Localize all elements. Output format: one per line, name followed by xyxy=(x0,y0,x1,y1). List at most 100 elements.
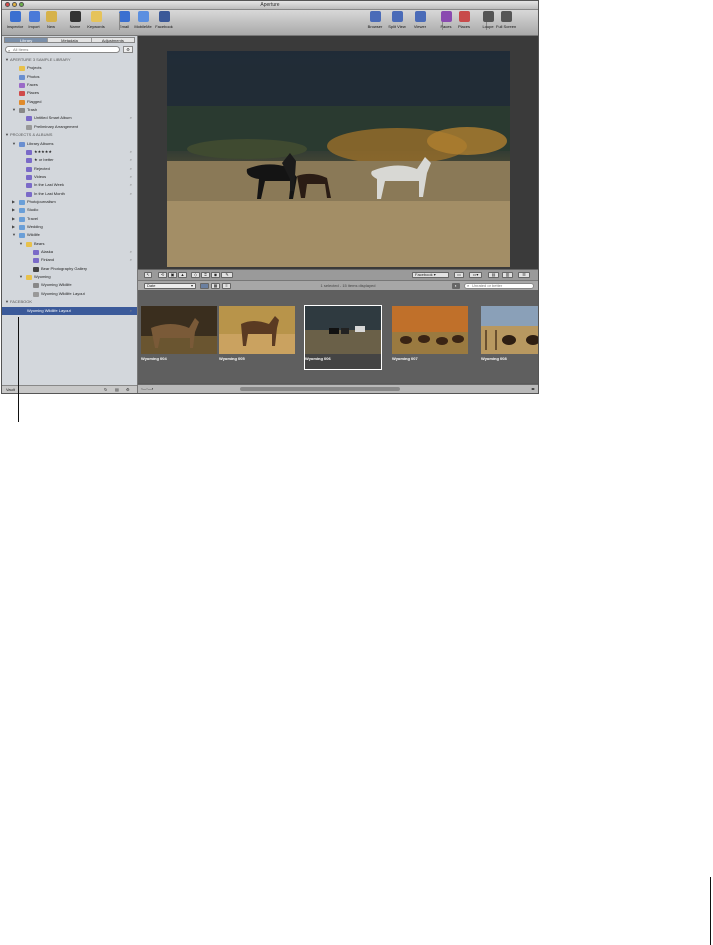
tab-adjustments[interactable]: Adjustments xyxy=(92,38,134,43)
keywords-toolbar-button[interactable]: Keywords xyxy=(86,11,106,29)
thumbnail-size-slider[interactable]: ▫—◦—▪ xyxy=(141,386,153,391)
filmstrip-thumbnail[interactable]: Wyoming 006 xyxy=(304,305,382,370)
sidebar-item[interactable]: Flagged xyxy=(2,98,137,106)
straighten-tool-icon[interactable]: ◇ xyxy=(191,272,200,278)
brush-tool-icon[interactable]: ✎ xyxy=(221,272,233,278)
smart-album-search-icon[interactable]: ⌕ xyxy=(130,114,132,122)
library-search-field[interactable]: ⌕ All Items xyxy=(5,46,120,53)
email-toolbar-button[interactable]: Email xyxy=(114,11,134,29)
filter-hud-icon[interactable]: ◐ xyxy=(452,283,460,289)
scrollbar-knob[interactable] xyxy=(240,387,400,391)
sidebar-item[interactable]: Rejected ⌕ xyxy=(2,165,137,173)
refresh-icon[interactable]: ↻ xyxy=(104,386,107,393)
share-facebook-button[interactable]: Facebook ▾ xyxy=(412,272,449,278)
list-icon[interactable]: ☰ xyxy=(518,272,530,278)
sidebar-item[interactable]: Finland ⌕ xyxy=(2,256,137,264)
viewer-toolbar-button[interactable]: Viewer xyxy=(410,11,430,29)
sidebar-item[interactable]: ▶ Wedding xyxy=(2,223,137,231)
disclosure-open-icon[interactable]: ▼ xyxy=(5,298,9,306)
smart-album-search-icon[interactable]: ⌕ xyxy=(130,256,132,264)
sidebar-item[interactable]: ▶ Studio xyxy=(2,206,137,214)
disclosure-open-icon[interactable]: ▼ xyxy=(5,56,9,64)
disclosure-closed-icon[interactable]: ▶ xyxy=(12,215,15,223)
disclosure-open-icon[interactable]: ▼ xyxy=(12,231,16,239)
scroll-arrows-icon[interactable]: ◂▸ xyxy=(531,386,535,391)
disclosure-open-icon[interactable]: ▼ xyxy=(19,240,23,248)
smart-album-search-icon[interactable]: ⌕ xyxy=(130,156,132,164)
sidebar-item[interactable]: ▶ Photojournalism xyxy=(2,198,137,206)
crop-tool-icon[interactable]: ⌗ xyxy=(201,272,210,278)
sidebar-item[interactable]: Untitled Smart Album ⌕ xyxy=(2,114,137,122)
sidebar-item[interactable]: ▼ Library Albums xyxy=(2,140,137,148)
filmstrip-thumbnail[interactable]: Wyoming 004 xyxy=(141,306,217,369)
disclosure-open-icon[interactable]: ▼ xyxy=(19,273,23,281)
filmstrip-thumbnail[interactable]: Wyoming 008 xyxy=(481,306,538,369)
filmstrip-thumbnail[interactable]: Wyoming 005 xyxy=(219,306,295,369)
smart-album-search-icon[interactable]: ⌕ xyxy=(130,148,132,156)
filmstrip-thumbnail[interactable]: Wyoming 007 xyxy=(392,306,468,369)
lift-tool-icon[interactable]: ▲ xyxy=(178,272,187,278)
loupe-toolbar-button[interactable]: Loupe xyxy=(478,11,498,29)
full-screen-toolbar-button[interactable]: Full Screen xyxy=(496,11,516,29)
filmstrip-scrollbar[interactable]: ▫—◦—▪ ◂▸ xyxy=(138,384,538,393)
smart-album-search-icon[interactable]: ⌕ xyxy=(130,165,132,173)
main-photo-horses[interactable] xyxy=(167,51,510,267)
sidebar-section-header[interactable]: ▼ PROJECTS & ALBUMS xyxy=(2,131,137,139)
grid-view-icon[interactable]: ▦ xyxy=(211,283,220,289)
browser-toolbar-button[interactable]: Browser xyxy=(365,11,385,29)
sidebar-item[interactable]: Faces xyxy=(2,81,137,89)
tab-metadata[interactable]: Metadata xyxy=(48,38,92,43)
vault-gear-icon[interactable]: ⚙ xyxy=(126,386,130,393)
stamp-tool-icon[interactable]: ▣ xyxy=(168,272,177,278)
places-toolbar-button[interactable]: Places xyxy=(454,11,474,29)
rotate-tool-icon[interactable]: ⟲ xyxy=(158,272,167,278)
smart-album-search-icon[interactable]: ⌕ xyxy=(130,307,132,315)
red-eye-tool-icon[interactable]: ◉ xyxy=(211,272,220,278)
smart-album-search-icon[interactable]: ⌕ xyxy=(130,181,132,189)
smart-album-search-icon[interactable]: ⌕ xyxy=(130,190,132,198)
disclosure-closed-icon[interactable]: ▶ xyxy=(12,198,15,206)
filter-search-field[interactable]: ⌕ Unrated or better xyxy=(464,283,534,289)
sidebar-item[interactable]: In the Last Week ⌕ xyxy=(2,181,137,189)
split-icon[interactable]: ▥ xyxy=(502,272,513,278)
sidebar-item[interactable]: ★ or better ⌕ xyxy=(2,156,137,164)
tab-library[interactable]: Library xyxy=(5,38,49,43)
sidebar-item[interactable]: ▶ Travel xyxy=(2,215,137,223)
split-view-toolbar-button[interactable]: Split View xyxy=(387,11,407,29)
disclosure-closed-icon[interactable]: ▶ xyxy=(12,223,15,231)
disclosure-open-icon[interactable]: ▼ xyxy=(12,140,16,148)
sidebar-item[interactable]: Preliminary Arrangement xyxy=(2,123,137,131)
disclosure-open-icon[interactable]: ▼ xyxy=(12,106,16,114)
sidebar-item[interactable]: Bear Photography Gallery xyxy=(2,265,137,273)
gear-menu-button[interactable]: ⚙ xyxy=(123,46,133,53)
sidebar-item[interactable]: In the Last Month ⌕ xyxy=(2,190,137,198)
sidebar-item[interactable]: Wyoming Wildlife Layout xyxy=(2,290,137,298)
disclosure-open-icon[interactable]: ▼ xyxy=(5,131,9,139)
list-view-icon[interactable]: ≡ xyxy=(222,283,231,289)
sidebar-item[interactable]: ▼ Bears xyxy=(2,240,137,248)
sidebar-item[interactable]: Places xyxy=(2,89,137,97)
faces-toolbar-button[interactable]: Faces xyxy=(436,11,456,29)
sidebar-item[interactable]: ▼ Trash xyxy=(2,106,137,114)
select-tool-icon[interactable]: ↖ xyxy=(144,272,152,278)
sidebar-item[interactable]: Projects xyxy=(2,64,137,72)
sidebar-section-header[interactable]: ▼ FACEBOOK xyxy=(2,298,137,306)
sidebar-item[interactable]: ▼ Wildlife xyxy=(2,231,137,239)
sort-popup[interactable]: Date ▾ xyxy=(144,283,196,289)
sidebar-item[interactable]: Alaska ⌕ xyxy=(2,248,137,256)
sidebar-item[interactable]: ★★★★★ ⌕ xyxy=(2,148,137,156)
sidebar-item[interactable]: Videos ⌕ xyxy=(2,173,137,181)
inspector-toolbar-button[interactable]: Inspector xyxy=(5,11,25,29)
mobileme-toolbar-button[interactable]: MobileMe xyxy=(133,11,153,29)
sidebar-item[interactable]: Photos xyxy=(2,73,137,81)
disclosure-closed-icon[interactable]: ▶ xyxy=(12,206,15,214)
sidebar-item[interactable]: Wyoming Wildlife xyxy=(2,281,137,289)
sidebar-item[interactable]: Wyoming Wildlife Layout ⌕ xyxy=(2,306,137,315)
sidebar-section-header[interactable]: ▼ APERTURE 3 SAMPLE LIBRARY xyxy=(2,56,137,64)
name-toolbar-button[interactable]: Name xyxy=(65,11,85,29)
smart-album-search-icon[interactable]: ⌕ xyxy=(130,248,132,256)
facebook-toolbar-button[interactable]: Facebook xyxy=(154,11,174,29)
email-share-icon[interactable]: ▭ xyxy=(454,272,464,278)
smart-album-search-icon[interactable]: ⌕ xyxy=(130,173,132,181)
new-toolbar-button[interactable]: New xyxy=(41,11,61,29)
